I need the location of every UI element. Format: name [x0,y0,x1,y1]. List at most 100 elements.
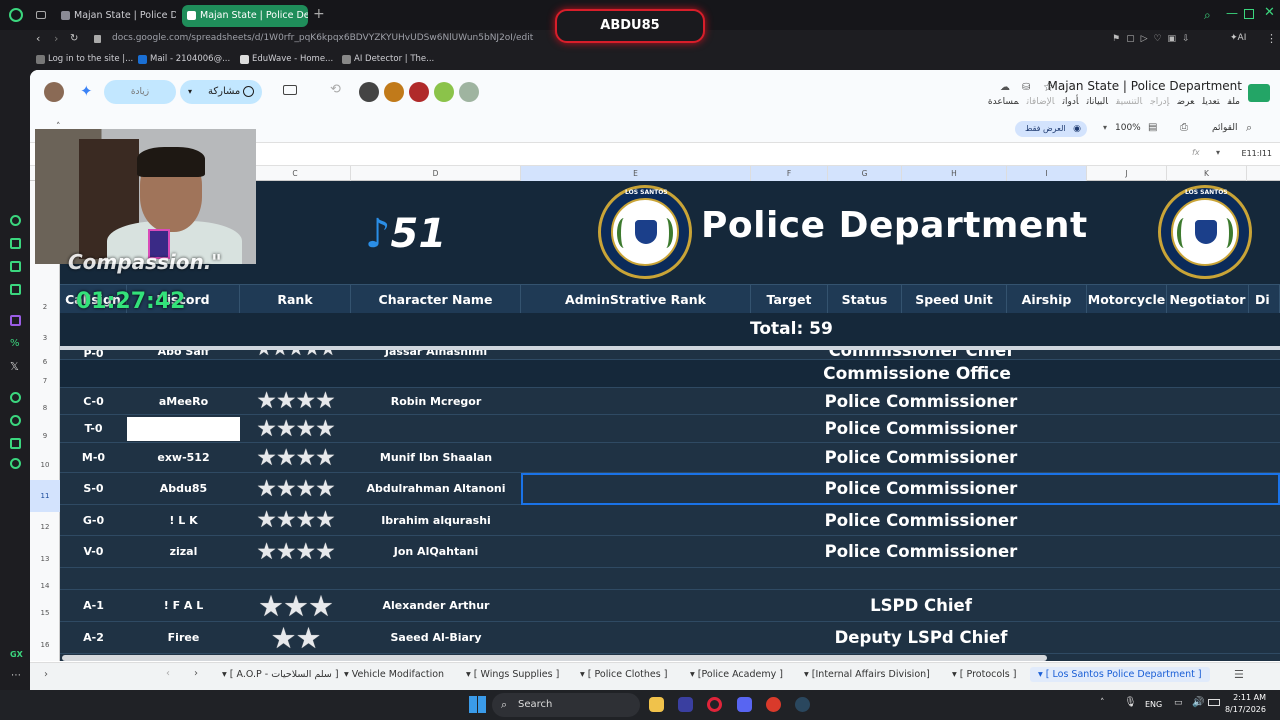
discord-cell[interactable]: Abo Saif [127,350,240,359]
horizontal-scrollbar[interactable] [62,655,1047,661]
menu-edit[interactable]: تعديل [1202,97,1219,107]
tab-1[interactable]: Majan State | Police Depart [56,5,176,27]
callsign-cell[interactable]: V-0 [60,536,127,567]
header-di[interactable]: Di [1249,285,1280,314]
app-icon[interactable] [678,697,693,712]
more-icon[interactable]: ⋯ [11,670,21,681]
collaborator-avatar-1[interactable] [359,82,379,102]
name-cell[interactable]: Alexander Arthur [351,590,521,621]
reload-icon[interactable]: ↻ [70,33,78,44]
workspaces-icon[interactable] [36,11,46,19]
history-icon[interactable] [10,415,21,426]
rank-stars-cell[interactable]: ★★★ [240,590,351,621]
row-header[interactable]: 8 [30,395,60,422]
sheet-list-icon[interactable]: ☰ [1234,668,1244,681]
row-header-selected[interactable]: 11 [30,480,60,512]
bookmark-4[interactable]: AI Detector | The... [342,54,434,64]
title-cell[interactable]: Police Commissioner [751,415,1091,442]
sheet-tab-academy[interactable]: ▾ [Police Academy ] [690,669,783,680]
name-cell[interactable]: Jon AlQahtani [351,536,521,567]
collaborator-avatar-5[interactable] [459,82,479,102]
row-header[interactable]: 2 [30,293,60,322]
gemini-icon[interactable]: ✦ [80,82,93,100]
discord-cell[interactable]: ! L K [127,505,240,535]
share-button[interactable]: ▾ مشاركة [180,80,262,104]
scroll-tabs-right-icon[interactable]: › [194,668,198,679]
sheet-tab-protocols[interactable]: ▾ [ Protocols ] [952,669,1016,680]
callsign-cell[interactable]: S-0 [60,473,127,504]
col-header-g[interactable]: G [828,166,902,181]
search-icon[interactable]: ⌕ [1246,121,1252,135]
callsign-cell[interactable]: G-0 [60,505,127,535]
discord-cell[interactable]: Firee [127,622,240,653]
print-icon[interactable]: ⎙ [1180,122,1188,133]
file-explorer-icon[interactable] [649,697,664,712]
rank-stars-cell[interactable]: ★★★★ [240,473,351,504]
section-title-cell[interactable]: Commissione Office [751,360,1083,387]
cell-selection-outline[interactable] [521,473,1280,505]
new-tab-icon[interactable]: + [313,6,325,22]
url-field[interactable]: docs.google.com/spreadsheets/d/1W0rfr_pq… [112,33,533,43]
collaborator-avatar-2[interactable] [384,82,404,102]
all-sheets-icon[interactable]: › [44,669,48,680]
callsign-cell[interactable]: P-0 [60,350,127,359]
header-rank[interactable]: Rank [240,285,351,314]
rank-stars-cell[interactable]: ★★★★ [240,415,351,442]
header-target[interactable]: Target [751,285,828,314]
sheet-tab-clothes[interactable]: ▾ [ Police Clothes ] [580,669,667,680]
row-header[interactable]: 3 [30,322,60,355]
network-icon[interactable]: ▭ [1174,698,1183,708]
steam-icon[interactable] [795,697,810,712]
user-avatar[interactable] [44,82,64,102]
col-header-c[interactable]: C [240,166,351,181]
minimize-icon[interactable]: — [1226,6,1238,20]
rank-stars-cell[interactable]: ★★ [240,622,351,653]
sidebar-icon-8[interactable] [10,392,21,403]
name-cell[interactable]: Saeed Al-Biary [351,622,521,653]
mic-tray-icon[interactable]: 🎙 [1124,697,1137,708]
discord-icon[interactable] [737,697,752,712]
menu-format[interactable]: التنسيق [1116,97,1142,107]
row-header[interactable]: 10 [30,450,60,480]
bookmark-3[interactable]: EduWave - Home... [240,54,333,64]
col-header-f[interactable]: F [751,166,828,181]
title-cell[interactable]: Police Commissioner [751,505,1091,535]
twitch-icon[interactable] [10,315,21,326]
browser-logo-icon[interactable] [9,8,23,22]
callsign-cell[interactable]: T-0 [60,415,127,442]
title-cell[interactable]: Police Commissioner [751,443,1091,472]
menu-extensions[interactable]: الإضافات [1027,97,1055,107]
title-cell[interactable]: Deputy LSPd Chief [751,622,1091,653]
battery-icon[interactable] [1208,699,1220,706]
extensions-icons[interactable]: ⚑▢▷♡▣⇩ [1112,34,1196,44]
header-motorcycle[interactable]: Motorcycle [1087,285,1167,314]
title-cell[interactable]: LSPD Chief [751,590,1091,621]
col-header-e[interactable]: E [521,166,751,181]
row-header[interactable]: 7 [30,367,60,395]
row-header[interactable]: 6 [30,357,60,367]
callsign-cell[interactable]: A-1 [60,590,127,621]
chrome-icon[interactable] [766,697,781,712]
sidebar-icon-2[interactable] [10,238,21,249]
name-cell[interactable]: Abdulrahman Altanoni [351,473,521,504]
sheet-tab-wings[interactable]: ▾ [ Wings Supplies ] [466,669,559,680]
rank-stars-cell[interactable]: ★★★★★ [240,350,351,359]
view-only-badge[interactable]: العرض فقط ◉ [1015,121,1087,137]
discord-cell[interactable]: ! F A L [127,590,240,621]
header-administrative-rank[interactable]: AdminStrative Rank [521,285,751,314]
sheet-tab-vehicle[interactable]: ▾ Vehicle Modifaction [344,669,444,680]
back-icon[interactable]: ‹ [36,32,40,45]
name-cell[interactable] [351,415,521,442]
name-cell[interactable]: Ibrahim alqurashi [351,505,521,535]
name-cell[interactable]: Munif Ibn Shaalan [351,443,521,472]
windows-start-icon[interactable] [469,696,486,713]
row-header[interactable]: 9 [30,422,60,450]
forward-icon[interactable]: › [54,32,58,45]
row-header[interactable]: 16 [30,629,60,661]
history-icon[interactable]: ⟲ [330,82,341,97]
header-negotiator[interactable]: Negotiator [1167,285,1249,314]
zoom-select[interactable]: 100% [1115,123,1141,133]
header-speed-unit[interactable]: Speed Unit [902,285,1007,314]
x-icon[interactable]: 𝕏 [10,360,21,373]
maximize-icon[interactable] [1244,9,1254,19]
